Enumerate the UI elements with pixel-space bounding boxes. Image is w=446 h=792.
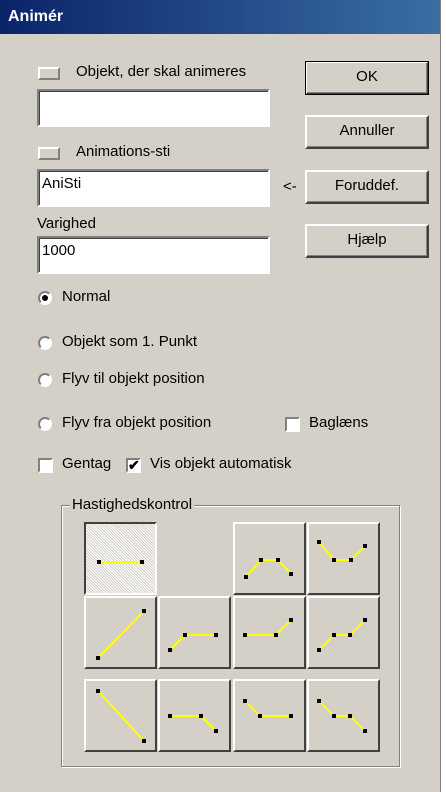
object-label: Objekt, der skal animeres [76, 63, 247, 80]
speed-tile-up-plateau-down[interactable] [233, 522, 306, 595]
object-field[interactable] [37, 89, 270, 127]
speed-tile-down-plateau-up[interactable] [307, 522, 380, 595]
mode-fly-from-radio[interactable] [38, 417, 52, 431]
repeat-label: Gentag [62, 455, 112, 472]
duration-label: Varighed [37, 215, 96, 232]
mode-object-first-point-radio[interactable] [38, 336, 52, 350]
animate-dialog: Animér Objekt, der skal animeres Animati… [0, 0, 441, 792]
reverse-checkbox[interactable] [285, 417, 300, 432]
mode-object-first-point-label: Objekt som 1. Punkt [62, 333, 198, 350]
speed-tile-flat-then-up[interactable] [233, 596, 306, 669]
mode-normal-label: Normal [62, 288, 111, 305]
pick-object-button[interactable] [38, 67, 60, 80]
speed-tile-constant[interactable] [84, 522, 157, 595]
predefined-button[interactable]: Foruddef. [305, 170, 429, 204]
speed-tile-step-up[interactable] [307, 596, 380, 669]
speed-tile-flat-then-down[interactable] [233, 679, 306, 752]
path-label: Animations-sti [76, 143, 171, 160]
mode-fly-from-label: Flyv fra objekt position [62, 414, 212, 431]
mode-normal-radio[interactable] [38, 291, 52, 305]
ok-button[interactable]: OK [305, 61, 429, 95]
mode-fly-to-label: Flyv til objekt position [62, 370, 205, 387]
dialog-title: Animér [0, 0, 440, 34]
duration-field[interactable]: 1000 [37, 236, 270, 274]
speed-tile-linear-down[interactable] [84, 679, 157, 752]
reverse-label: Baglæns [309, 414, 369, 431]
speed-tile-step-down[interactable] [158, 679, 231, 752]
path-arrow: <- [283, 178, 297, 195]
speed-tile-down-then-flat[interactable] [307, 679, 380, 752]
mode-fly-to-radio[interactable] [38, 373, 52, 387]
path-field[interactable]: AniSti [37, 169, 270, 207]
pick-path-button[interactable] [38, 147, 60, 160]
help-button[interactable]: Hjælp [305, 224, 429, 258]
auto-show-label: Vis objekt automatisk [150, 455, 292, 472]
speed-tile-linear-up[interactable] [84, 596, 157, 669]
auto-show-checkbox[interactable]: ✔ [126, 458, 141, 473]
speed-control-label: Hastighedskontrol [70, 496, 195, 513]
repeat-checkbox[interactable] [38, 458, 53, 473]
speed-tile-ease-in-up[interactable] [158, 596, 231, 669]
cancel-button[interactable]: Annuller [305, 115, 429, 149]
